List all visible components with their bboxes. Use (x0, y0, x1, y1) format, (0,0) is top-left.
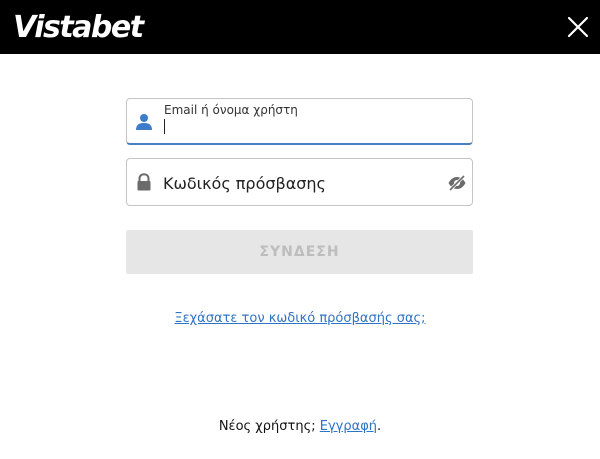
password-field[interactable] (126, 158, 473, 206)
user-icon (136, 114, 152, 130)
login-button[interactable]: ΣΥΝΔΕΣΗ (126, 230, 473, 274)
text-caret (164, 119, 165, 134)
eye-slash-icon (448, 174, 466, 192)
register-link[interactable]: Εγγραφή (320, 419, 377, 434)
forgot-password-link[interactable]: Ξεχάσατε τον κωδικό πρόσβασής σας; (0, 311, 600, 326)
email-input[interactable] (163, 118, 453, 138)
register-row: Νέος χρήστης; Εγγραφή. (0, 419, 600, 434)
email-field-label: Email ή όνομα χρήστη (164, 103, 298, 117)
password-visibility-toggle[interactable] (447, 173, 467, 193)
header-bar: Vistabet (0, 0, 600, 54)
brand-logo[interactable]: Vistabet (13, 9, 144, 47)
email-field[interactable]: Email ή όνομα χρήστη (126, 98, 473, 145)
close-icon (567, 16, 589, 38)
register-suffix: . (377, 419, 382, 434)
lock-icon (137, 173, 151, 191)
register-prompt: Νέος χρήστης; (218, 419, 316, 434)
close-button[interactable] (564, 13, 592, 41)
password-input[interactable] (163, 172, 433, 194)
